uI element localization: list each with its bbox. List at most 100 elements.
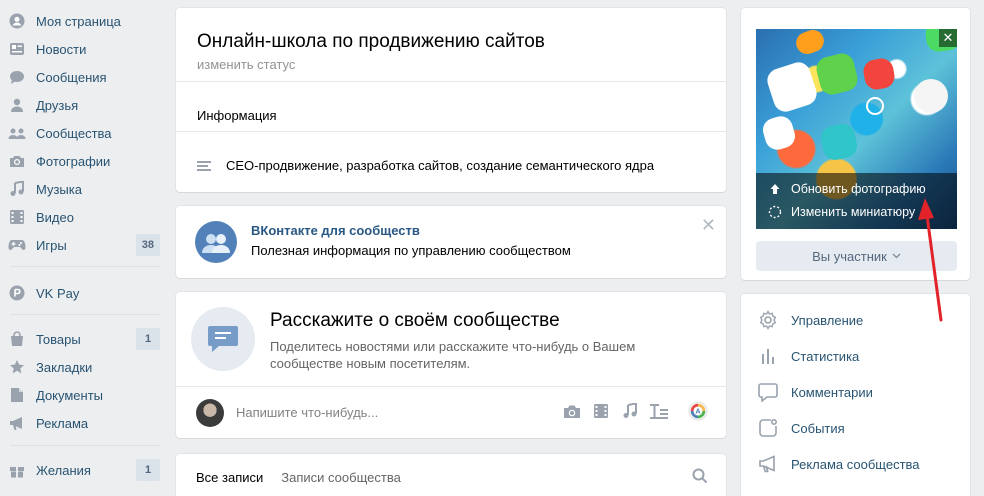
- menu-item-documents[interactable]: Документы: [8, 383, 160, 407]
- menu-item-label: События: [791, 420, 845, 436]
- menu-item-news[interactable]: Новости: [8, 37, 160, 61]
- gamepad-icon: [8, 236, 26, 254]
- megaphone-icon: [758, 454, 778, 474]
- menu-item-goods[interactable]: Товары 1: [8, 327, 160, 351]
- music-app-tile: [861, 56, 897, 92]
- menu-item-label: Сообщения: [36, 69, 107, 85]
- goods-count-badge: 1: [136, 328, 160, 350]
- menu-divider: [10, 266, 160, 267]
- menu-item-label: Музыка: [36, 181, 82, 197]
- vk-for-communities-promo: ВКонтакте для сообществ Полезная информа…: [176, 206, 726, 278]
- post-input[interactable]: Напишите что-нибудь...: [236, 405, 378, 420]
- tab-all-posts[interactable]: Все записи: [196, 470, 263, 485]
- camera-icon[interactable]: [562, 401, 582, 421]
- stats-icon: [758, 346, 778, 366]
- divider: [176, 131, 726, 132]
- gear-icon: [758, 310, 778, 330]
- menu-item-community-ads[interactable]: Реклама сообщества: [758, 454, 920, 474]
- video-icon: [8, 208, 26, 226]
- user-circle-icon: [8, 12, 26, 30]
- community-photo[interactable]: Обновить фотографию Изменить миниатюру ✕: [756, 29, 957, 229]
- star-icon: [8, 358, 26, 376]
- update-photo-action[interactable]: Обновить фотографию: [767, 182, 926, 196]
- change-status-link[interactable]: изменить статус: [197, 57, 295, 72]
- menu-item-label: Управление: [791, 312, 864, 328]
- description-row: СЕО-продвижение, разработка сайтов, созд…: [197, 158, 654, 173]
- menu-item-my-page[interactable]: Моя страница: [8, 9, 160, 33]
- gift-icon: [8, 461, 26, 479]
- member-button-label: Вы участник: [812, 248, 887, 264]
- wall-tabs-card: Все записи Записи сообщества: [176, 454, 726, 496]
- menu-item-messages[interactable]: Сообщения: [8, 65, 160, 89]
- menu-item-label: Игры: [36, 237, 67, 253]
- update-photo-label: Обновить фотографию: [791, 182, 926, 196]
- menu-item-photos[interactable]: Фотографии: [8, 149, 160, 173]
- svg-text:A: A: [695, 407, 701, 416]
- menu-item-games[interactable]: Игры 38: [8, 233, 160, 257]
- menu-item-video[interactable]: Видео: [8, 205, 160, 229]
- upload-arrow-icon: [767, 183, 783, 195]
- article-icon[interactable]: [649, 401, 669, 421]
- video-icon[interactable]: [591, 401, 611, 421]
- info-section-label[interactable]: Информация: [197, 108, 277, 123]
- menu-item-label: Друзья: [36, 97, 79, 113]
- menu-item-vkpay[interactable]: VK Pay: [8, 281, 160, 305]
- photo-actions-overlay: Обновить фотографию Изменить миниатюру: [756, 173, 957, 229]
- menu-item-groups[interactable]: Сообщества: [8, 121, 160, 145]
- menu-item-label: VK Pay: [36, 285, 80, 301]
- menu-item-label: Новости: [36, 41, 87, 57]
- notes-app-tile: [818, 121, 860, 163]
- menu-divider: [10, 445, 160, 446]
- composer-heading: Расскажите о своём сообществе: [270, 310, 560, 331]
- menu-item-label: Реклама сообщества: [791, 456, 920, 472]
- calendar-app-tile: [760, 113, 798, 153]
- games-count-badge: 38: [135, 234, 160, 256]
- vkpay-icon: [8, 284, 26, 302]
- speech-bubble-icon: [191, 307, 255, 371]
- menu-item-ads[interactable]: Реклама: [8, 411, 160, 435]
- menu-item-bookmarks[interactable]: Закладки: [8, 355, 160, 379]
- poster-icon[interactable]: A: [688, 401, 708, 421]
- news-icon: [8, 40, 26, 58]
- menu-item-music[interactable]: Музыка: [8, 177, 160, 201]
- menu-item-label: Товары: [36, 331, 81, 347]
- promo-text: Полезная информация по управлению сообще…: [251, 243, 571, 258]
- menu-item-statistics[interactable]: Статистика: [758, 346, 859, 366]
- chevron-down-icon: [892, 253, 901, 259]
- menu-item-friends[interactable]: Друзья: [8, 93, 160, 117]
- message-icon: [8, 68, 26, 86]
- app-tile: [793, 29, 827, 58]
- camera-app-tile: [914, 79, 948, 113]
- management-menu-card: Управление Статистика Комментарии Событи…: [741, 294, 970, 496]
- tab-community-posts[interactable]: Записи сообщества: [281, 470, 401, 485]
- change-thumbnail-action[interactable]: Изменить миниатюру: [767, 205, 915, 219]
- promo-title-link[interactable]: ВКонтакте для сообществ: [251, 223, 420, 238]
- menu-item-label: Видео: [36, 209, 74, 225]
- menu-item-wishes[interactable]: Желания 1: [8, 458, 160, 482]
- write-post-row: Напишите что-нибудь... A: [176, 386, 726, 440]
- groups-icon: [8, 124, 26, 142]
- divider: [176, 81, 726, 82]
- dotted-circle-icon: [767, 205, 783, 219]
- wall-tabs: Все записи Записи сообщества: [196, 470, 401, 485]
- app-tile: [813, 50, 861, 98]
- menu-item-comments[interactable]: Комментарии: [758, 382, 873, 402]
- menu-divider: [10, 314, 160, 315]
- close-icon[interactable]: ✕: [939, 29, 957, 47]
- member-dropdown-button[interactable]: Вы участник: [756, 241, 957, 271]
- close-icon[interactable]: ✕: [701, 216, 716, 234]
- promo-avatar: [195, 221, 237, 263]
- menu-item-events[interactable]: События: [758, 418, 845, 438]
- search-icon[interactable]: [692, 468, 708, 487]
- menu-item-label: Комментарии: [791, 384, 873, 400]
- community-info-card: Онлайн-школа по продвижению сайтов измен…: [176, 8, 726, 192]
- plus-circle-tile: [866, 97, 884, 115]
- menu-item-label: Сообщества: [36, 125, 112, 141]
- text-lines-icon: [197, 159, 211, 173]
- avatar: [196, 399, 224, 427]
- music-icon[interactable]: [620, 401, 640, 421]
- bag-icon: [8, 330, 26, 348]
- community-title: Онлайн-школа по продвижению сайтов: [197, 31, 545, 52]
- menu-item-management[interactable]: Управление: [758, 310, 863, 330]
- comment-icon: [758, 382, 778, 402]
